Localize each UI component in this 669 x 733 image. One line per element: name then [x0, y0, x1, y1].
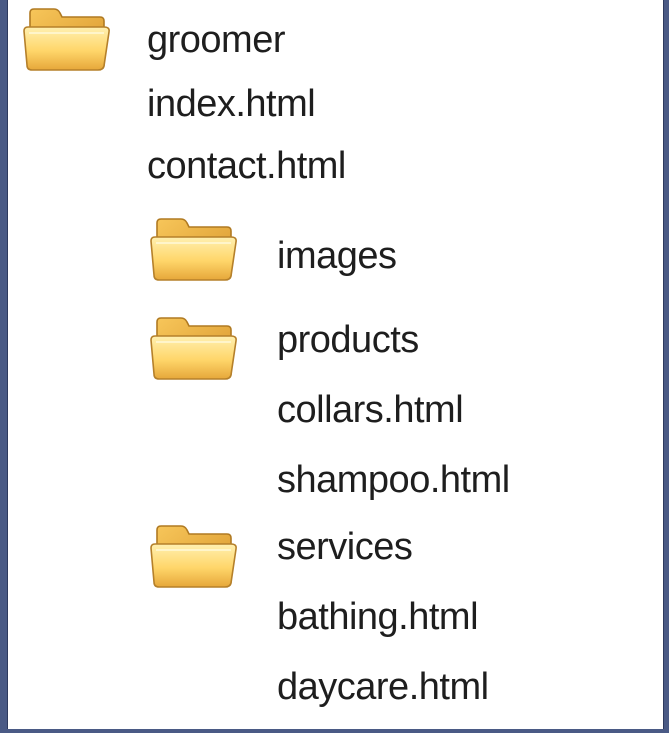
- tree-item-shampoo-html[interactable]: shampoo.html: [277, 450, 510, 510]
- file-label-daycare-html: daycare.html: [277, 666, 489, 708]
- folder-label-images: images: [277, 235, 397, 277]
- tree-item-collars-html[interactable]: collars.html: [277, 380, 464, 440]
- file-label-contact-html: contact.html: [147, 145, 346, 187]
- tree-item-groomer[interactable]: groomer: [147, 10, 286, 70]
- folder-icon[interactable]: [147, 312, 239, 384]
- file-label-collars-html: collars.html: [277, 389, 464, 431]
- folder-label-products: products: [277, 319, 419, 361]
- file-label-index-html: index.html: [147, 83, 316, 125]
- tree-item-images[interactable]: images: [277, 226, 397, 286]
- tree-item-services[interactable]: services: [277, 517, 413, 577]
- folder-icon[interactable]: [147, 520, 239, 592]
- folder-label-services: services: [277, 526, 413, 568]
- folder-icon[interactable]: [147, 213, 239, 285]
- tree-item-contact-html[interactable]: contact.html: [147, 136, 346, 196]
- tree-item-products[interactable]: products: [277, 310, 419, 370]
- tree-item-bathing-html[interactable]: bathing.html: [277, 587, 479, 647]
- folder-label-groomer: groomer: [147, 19, 286, 61]
- file-label-bathing-html: bathing.html: [277, 596, 479, 638]
- folder-tree: groomer index.html contact.html images p…: [7, 0, 664, 729]
- tree-item-index-html[interactable]: index.html: [147, 74, 316, 134]
- file-label-shampoo-html: shampoo.html: [277, 459, 510, 501]
- tree-item-daycare-html[interactable]: daycare.html: [277, 657, 489, 717]
- folder-icon[interactable]: [20, 3, 112, 75]
